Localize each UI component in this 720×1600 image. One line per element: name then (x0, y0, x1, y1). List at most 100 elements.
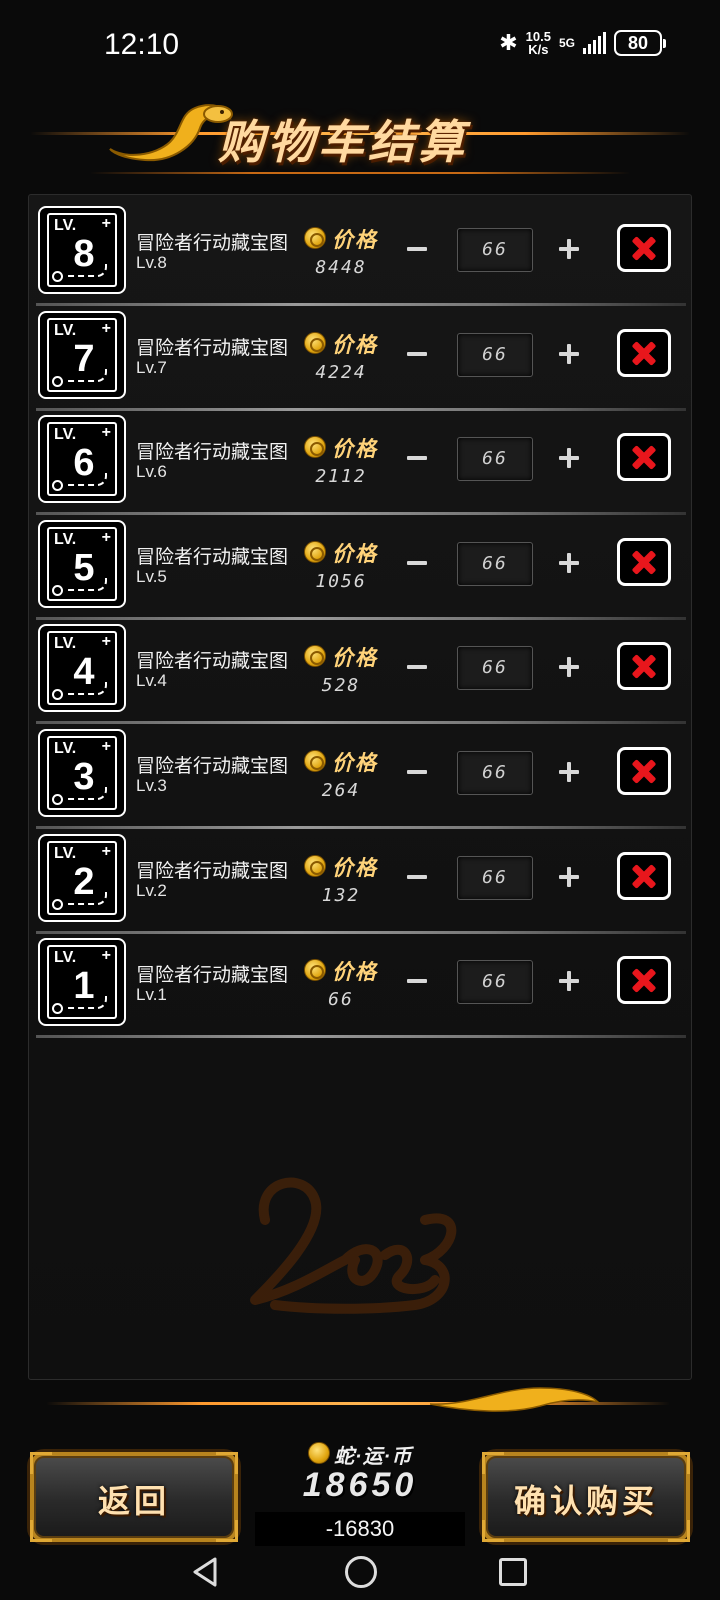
currency-name: 蛇·运·币 (334, 1446, 413, 1468)
decrease-quantity-button[interactable] (404, 654, 430, 680)
remove-item-button[interactable] (617, 224, 671, 272)
map-scroll-icon: LV. +8 (47, 213, 117, 287)
increase-quantity-button[interactable] (556, 864, 582, 890)
item-level: Lv.2 (136, 881, 167, 900)
back-button-label: 返回 (97, 1483, 170, 1519)
cart-item-row: LV. +8 冒险者行动藏宝图 Lv.8 价格 8448 66 (36, 200, 686, 306)
level-badge: LV. +6 (38, 415, 126, 503)
system-nav-bar (0, 1548, 720, 1600)
item-name: 冒险者行动藏宝图 (136, 651, 289, 672)
decrease-quantity-button[interactable] (404, 341, 430, 367)
quantity-field[interactable]: 66 (457, 646, 533, 690)
decrease-quantity-button[interactable] (404, 236, 430, 262)
map-scroll-icon: LV. +5 (47, 527, 117, 601)
battery-icon: 80 (614, 30, 666, 56)
map-scroll-icon: LV. +6 (47, 422, 117, 496)
coin-icon (308, 1442, 330, 1464)
cart-item-row: LV. +4 冒险者行动藏宝图 Lv.4 价格 528 66 (36, 618, 686, 724)
remove-item-button[interactable] (617, 956, 671, 1004)
plus-mark-icon: + (101, 215, 111, 232)
remove-item-button[interactable] (617, 747, 671, 795)
remove-item-button[interactable] (617, 329, 671, 377)
plus-mark-icon: + (101, 320, 111, 337)
increase-quantity-button[interactable] (556, 236, 582, 262)
coin-icon (304, 436, 326, 458)
quantity-field[interactable]: 66 (457, 333, 533, 377)
quantity-field[interactable]: 66 (457, 856, 533, 900)
price-label: 价格 (332, 334, 378, 357)
decrease-quantity-button[interactable] (404, 968, 430, 994)
quantity-field[interactable]: 66 (457, 228, 533, 272)
cart-item-row: LV. +2 冒险者行动藏宝图 Lv.2 价格 132 66 (36, 828, 686, 934)
nav-home-icon[interactable] (345, 1556, 377, 1588)
decrease-quantity-button[interactable] (404, 550, 430, 576)
increase-quantity-button[interactable] (556, 654, 582, 680)
plus-mark-icon: + (101, 633, 111, 650)
price-label: 价格 (332, 229, 378, 252)
coin-icon (304, 750, 326, 772)
cart-item-row: LV. +1 冒险者行动藏宝图 Lv.1 价格 66 66 (36, 932, 686, 1038)
map-path-icon (67, 786, 107, 800)
price-label: 价格 (332, 647, 378, 670)
map-start-icon (52, 1003, 63, 1014)
decrease-quantity-button[interactable] (404, 445, 430, 471)
map-path-icon (67, 263, 107, 277)
item-level: Lv.1 (136, 985, 167, 1004)
network-speed: 10.5 K/s (526, 30, 551, 56)
coin-icon (304, 645, 326, 667)
quantity-field[interactable]: 66 (457, 542, 533, 586)
map-path-icon (67, 681, 107, 695)
increase-quantity-button[interactable] (556, 759, 582, 785)
item-price: 2112 (315, 466, 367, 487)
quantity-field[interactable]: 66 (457, 751, 533, 795)
quantity-field[interactable]: 66 (457, 960, 533, 1004)
decrease-quantity-button[interactable] (404, 759, 430, 785)
coin-icon (304, 227, 326, 249)
map-path-icon (67, 577, 107, 591)
status-bar: 12:10 ✱ 10.5 K/s 5G 80 (0, 0, 720, 90)
back-button[interactable]: 返回 (30, 1452, 238, 1542)
item-name: 冒险者行动藏宝图 (136, 338, 289, 359)
nav-recents-icon[interactable] (499, 1558, 527, 1586)
item-level: Lv.5 (136, 567, 167, 586)
level-badge: LV. +8 (38, 206, 126, 294)
increase-quantity-button[interactable] (556, 550, 582, 576)
remove-item-button[interactable] (617, 538, 671, 586)
plus-mark-icon: + (101, 529, 111, 546)
map-path-icon (67, 995, 107, 1009)
level-badge: LV. +3 (38, 729, 126, 817)
currency-balance: 18650 (302, 1466, 418, 1504)
map-start-icon (52, 899, 63, 910)
plus-mark-icon: + (101, 843, 111, 860)
confirm-button-label: 确认购买 (513, 1483, 658, 1519)
item-price: 264 (321, 780, 361, 801)
plus-mark-icon: + (101, 738, 111, 755)
remove-item-button[interactable] (617, 642, 671, 690)
map-scroll-icon: LV. +1 (47, 945, 117, 1019)
increase-quantity-button[interactable] (556, 341, 582, 367)
item-level: Lv.7 (136, 358, 167, 377)
increase-quantity-button[interactable] (556, 968, 582, 994)
map-scroll-icon: LV. +4 (47, 631, 117, 705)
remove-item-button[interactable] (617, 852, 671, 900)
price-label: 价格 (332, 857, 378, 880)
remove-item-button[interactable] (617, 433, 671, 481)
price-label: 价格 (332, 961, 378, 984)
item-name: 冒险者行动藏宝图 (136, 965, 289, 986)
nav-back-icon[interactable] (190, 1556, 220, 1588)
map-start-icon (52, 480, 63, 491)
item-name: 冒险者行动藏宝图 (136, 442, 289, 463)
map-start-icon (52, 376, 63, 387)
confirm-purchase-button[interactable]: 确认购买 (482, 1452, 690, 1542)
quantity-field[interactable]: 66 (457, 437, 533, 481)
plus-mark-icon: + (101, 424, 111, 441)
decrease-quantity-button[interactable] (404, 864, 430, 890)
item-price: 8448 (315, 257, 367, 278)
page-title: 购物车结算 (218, 116, 468, 168)
increase-quantity-button[interactable] (556, 445, 582, 471)
snake-tail-icon (430, 1387, 600, 1412)
item-name: 冒险者行动藏宝图 (136, 756, 289, 777)
banner-line-lower (90, 172, 630, 174)
coin-icon (304, 332, 326, 354)
cart-item-row: LV. +5 冒险者行动藏宝图 Lv.5 价格 1056 66 (36, 514, 686, 620)
